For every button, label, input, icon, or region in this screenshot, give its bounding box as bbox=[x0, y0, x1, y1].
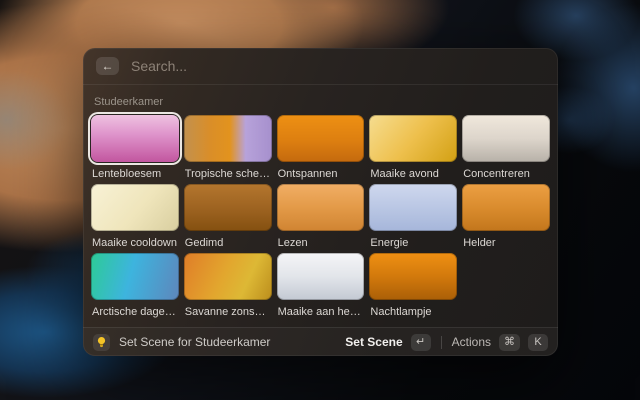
scene-label: Energie bbox=[370, 237, 456, 249]
scene-label: Helder bbox=[463, 237, 549, 249]
scene-card[interactable] bbox=[462, 184, 550, 231]
actions-button[interactable]: Actions bbox=[452, 335, 491, 349]
scene-label: Concentreren bbox=[463, 168, 549, 180]
scene-item[interactable]: Maaike avond bbox=[369, 115, 457, 180]
arrow-left-icon: ← bbox=[102, 60, 114, 72]
scene-item[interactable]: Energie bbox=[369, 184, 457, 249]
scene-item[interactable]: Tropische schemering bbox=[184, 115, 272, 180]
scene-label: Maaike cooldown bbox=[92, 237, 178, 249]
scene-item[interactable]: Maaike cooldown bbox=[91, 184, 179, 249]
cmd-key-badge: ⌘ bbox=[499, 334, 520, 351]
scene-item[interactable]: Maaike aan het werk bbox=[277, 253, 365, 318]
scene-item[interactable]: Arctische dageraad bbox=[91, 253, 179, 318]
scene-card[interactable] bbox=[369, 184, 457, 231]
scene-label: Ontspannen bbox=[278, 168, 364, 180]
scene-label: Maaike aan het werk bbox=[278, 306, 364, 318]
footer-bar: Set Scene for Studeerkamer Set Scene ↵ A… bbox=[83, 327, 558, 356]
scene-label: Lentebloesem bbox=[92, 168, 178, 180]
launcher-window: ← Studeerkamer Lentebloesem Tropische sch… bbox=[83, 48, 558, 356]
scene-label: Tropische schemering bbox=[185, 168, 271, 180]
section-title: Studeerkamer bbox=[94, 96, 550, 108]
footer-divider bbox=[441, 336, 442, 349]
back-button[interactable]: ← bbox=[96, 57, 119, 75]
scene-card[interactable] bbox=[277, 184, 365, 231]
scene-item[interactable]: Lentebloesem bbox=[91, 115, 179, 180]
scene-card[interactable] bbox=[369, 253, 457, 300]
scene-label: Gedimd bbox=[185, 237, 271, 249]
scene-item[interactable]: Lezen bbox=[277, 184, 365, 249]
k-key-badge: K bbox=[528, 334, 548, 351]
scene-card[interactable] bbox=[462, 115, 550, 162]
scene-item[interactable]: Ontspannen bbox=[277, 115, 365, 180]
scene-card[interactable] bbox=[91, 184, 179, 231]
scene-card[interactable] bbox=[91, 253, 179, 300]
scene-card[interactable] bbox=[184, 253, 272, 300]
scene-item[interactable]: Savanne zonsondergang bbox=[184, 253, 272, 318]
set-scene-button[interactable]: Set Scene bbox=[345, 335, 402, 349]
scene-item[interactable]: Concentreren bbox=[462, 115, 550, 180]
scene-grid: Lentebloesem Tropische schemering Ontspann… bbox=[91, 115, 550, 318]
scene-item[interactable]: Helder bbox=[462, 184, 550, 249]
scene-label: Lezen bbox=[278, 237, 364, 249]
search-input[interactable] bbox=[129, 57, 545, 75]
scene-item[interactable]: Nachtlampje bbox=[369, 253, 457, 318]
scene-label: Arctische dageraad bbox=[92, 306, 178, 318]
lightbulb-icon bbox=[93, 334, 110, 351]
scene-card-selected[interactable] bbox=[91, 115, 179, 162]
scene-card[interactable] bbox=[277, 253, 365, 300]
scene-card[interactable] bbox=[369, 115, 457, 162]
scene-label: Nachtlampje bbox=[370, 306, 456, 318]
footer-actions: Set Scene ↵ Actions ⌘ K bbox=[345, 334, 548, 351]
scene-label: Savanne zonsondergang bbox=[185, 306, 271, 318]
scene-list: Studeerkamer Lentebloesem Tropische schem… bbox=[83, 85, 558, 318]
return-key-badge: ↵ bbox=[411, 334, 431, 351]
scene-card[interactable] bbox=[277, 115, 365, 162]
search-bar: ← bbox=[83, 48, 558, 84]
scene-card[interactable] bbox=[184, 184, 272, 231]
scene-label: Maaike avond bbox=[370, 168, 456, 180]
scene-item[interactable]: Gedimd bbox=[184, 184, 272, 249]
footer-status: Set Scene for Studeerkamer bbox=[119, 335, 336, 349]
scene-card[interactable] bbox=[184, 115, 272, 162]
